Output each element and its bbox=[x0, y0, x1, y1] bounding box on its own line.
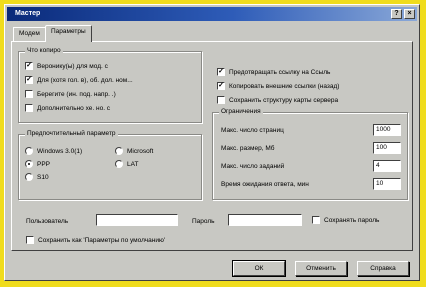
option-label: Копировать внешние ссылки (назад) bbox=[229, 82, 340, 90]
option-label: Берегите (ин. под. напр. .) bbox=[37, 90, 116, 98]
radio-row[interactable]: PPP bbox=[25, 160, 50, 168]
tab-modem[interactable]: Модем bbox=[13, 27, 46, 41]
dialog-window: Мастер ? × Модем Параметры Что копиро ✓ … bbox=[4, 4, 420, 281]
option-row[interactable]: ✓ Веронику(ы) для мод. с bbox=[25, 62, 108, 70]
limit-label: Макс. число страниц bbox=[221, 127, 284, 134]
checkbox[interactable]: ✓ bbox=[217, 82, 225, 90]
radio-label: Microsoft bbox=[127, 147, 154, 155]
radio-row[interactable]: Windows 3.0(1) bbox=[25, 147, 82, 155]
checkbox[interactable]: ✓ bbox=[217, 68, 225, 76]
help-button[interactable]: Справка bbox=[357, 261, 409, 276]
option-row[interactable]: ✓ Предотвращать ссылку на Ссыль bbox=[217, 68, 330, 76]
checkbox[interactable] bbox=[217, 96, 225, 104]
checkbox[interactable] bbox=[312, 216, 320, 224]
radio-label: LAT bbox=[127, 160, 139, 168]
max-tasks-field[interactable]: 4 bbox=[373, 160, 401, 172]
save-defaults-row[interactable]: Сохранить как 'Параметры по умолчанию' bbox=[26, 236, 165, 244]
option-label: Дополнительно хе. но. с bbox=[37, 104, 111, 112]
user-input[interactable] bbox=[96, 214, 178, 226]
save-password-row[interactable]: Сохранять пароль bbox=[312, 216, 379, 224]
radio-row[interactable]: S10 bbox=[25, 173, 49, 181]
checkbox[interactable] bbox=[25, 90, 33, 98]
cancel-button[interactable]: Отменить bbox=[295, 261, 347, 276]
radio-button[interactable] bbox=[25, 173, 33, 181]
limits-group: Ограничения Макс. число страниц 1000 Мак… bbox=[212, 108, 408, 200]
max-pages-field[interactable]: 1000 bbox=[373, 124, 401, 136]
password-label: Пароль bbox=[192, 218, 215, 225]
limit-label: Макс. размер, Мб bbox=[221, 145, 275, 152]
option-row[interactable]: ✓ Копировать внешние ссылки (назад) bbox=[217, 82, 339, 90]
password-input[interactable] bbox=[228, 214, 302, 226]
radio-label: Windows 3.0(1) bbox=[37, 147, 83, 155]
group-title: Что копиро bbox=[25, 47, 63, 54]
tab-panel: Что копиро ✓ Веронику(ы) для мод. с ✓ Дл… bbox=[11, 41, 413, 251]
option-row[interactable]: Сохранить структуру карты сервера bbox=[217, 96, 338, 104]
what-to-save-group: Что копиро ✓ Веронику(ы) для мод. с ✓ Дл… bbox=[18, 47, 202, 123]
save-password-label: Сохранять пароль bbox=[324, 216, 380, 224]
close-icon[interactable]: × bbox=[404, 9, 415, 19]
radio-row[interactable]: LAT bbox=[115, 160, 138, 168]
checkbox[interactable]: ✓ bbox=[25, 76, 33, 84]
limit-label: Время ожидания ответа, мин bbox=[221, 181, 309, 188]
ok-button[interactable]: ОК bbox=[232, 260, 286, 277]
radio-button[interactable] bbox=[115, 147, 123, 155]
radio-button[interactable] bbox=[25, 147, 33, 155]
option-row[interactable]: Дополнительно хе. но. с bbox=[25, 104, 110, 112]
group-title: Ограничения bbox=[219, 108, 263, 115]
timeout-field[interactable]: 10 bbox=[373, 178, 401, 190]
checkbox[interactable] bbox=[25, 104, 33, 112]
limit-label: Макс. число заданий bbox=[221, 163, 285, 170]
group-title: Предпочтительный параметр bbox=[25, 130, 118, 137]
option-row[interactable]: ✓ Для (хотя гол. в), об. дол. ном... bbox=[25, 76, 133, 84]
protocol-group: Предпочтительный параметр Windows 3.0(1)… bbox=[18, 130, 202, 200]
checkbox[interactable]: ✓ bbox=[25, 62, 33, 70]
user-label: Пользователь bbox=[26, 218, 69, 225]
option-label: Предотвращать ссылку на Ссыль bbox=[229, 68, 331, 76]
max-size-field[interactable]: 100 bbox=[373, 142, 401, 154]
window-title: Мастер bbox=[15, 10, 41, 17]
save-defaults-label: Сохранить как 'Параметры по умолчанию' bbox=[38, 236, 166, 244]
option-label: Для (хотя гол. в), об. дол. ном... bbox=[37, 76, 133, 84]
radio-row[interactable]: Microsoft bbox=[115, 147, 153, 155]
option-row[interactable]: Берегите (ин. под. напр. .) bbox=[25, 90, 116, 98]
radio-label: PPP bbox=[37, 160, 51, 168]
radio-button[interactable] bbox=[115, 160, 123, 168]
option-label: Веронику(ы) для мод. с bbox=[37, 62, 108, 70]
option-label: Сохранить структуру карты сервера bbox=[229, 96, 339, 104]
checkbox[interactable] bbox=[26, 236, 34, 244]
help-icon[interactable]: ? bbox=[391, 9, 402, 19]
title-bar[interactable]: Мастер ? × bbox=[7, 7, 417, 21]
radio-button[interactable] bbox=[25, 160, 33, 168]
tab-parameters[interactable]: Параметры bbox=[45, 25, 92, 42]
radio-label: S10 bbox=[37, 173, 49, 181]
